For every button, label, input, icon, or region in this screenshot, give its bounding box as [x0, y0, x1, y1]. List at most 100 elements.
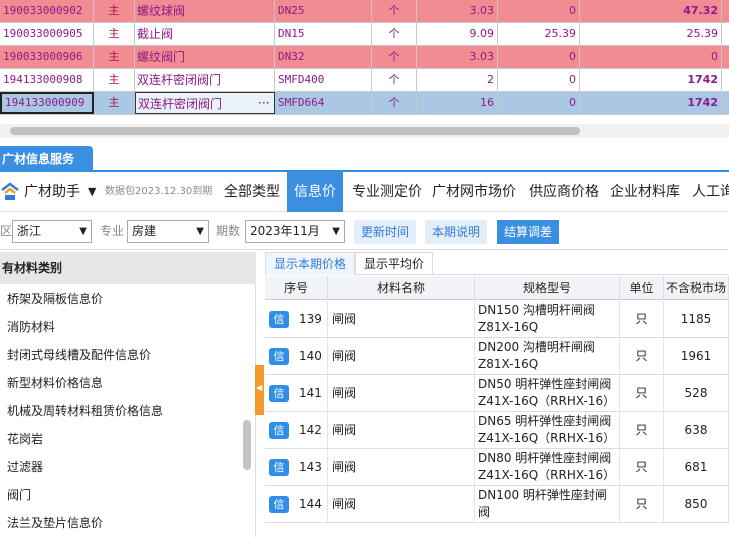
grid-row[interactable]: 190033000906 主螺纹阀门 DN32 个 3.03 0 0: [0, 46, 729, 69]
category-item[interactable]: 消防材料: [7, 313, 55, 341]
info-badge[interactable]: 信: [269, 348, 289, 365]
row-total[interactable]: 0: [580, 46, 722, 68]
period-select[interactable]: 2023年11月 ▼: [245, 220, 345, 243]
info-badge[interactable]: 信: [269, 422, 289, 439]
row-code[interactable]: 194133000908: [0, 69, 94, 91]
nav-tab[interactable]: 全部类型: [217, 172, 287, 212]
row-type[interactable]: 主: [94, 92, 135, 114]
table-row[interactable]: 信 142 闸阀 DN65 明杆弹性座封闸阀 Z41X-16Q（RRHX-16）…: [265, 412, 729, 449]
chevron-down-icon[interactable]: ▼: [88, 172, 96, 212]
info-badge[interactable]: 信: [269, 496, 289, 513]
row-qty[interactable]: 3.03: [417, 0, 498, 22]
seq-cell: 信 143: [265, 449, 328, 485]
nav-tab[interactable]: 企业材料库: [603, 172, 687, 212]
category-item[interactable]: 新型材料价格信息: [7, 369, 103, 397]
row-price[interactable]: 25.39: [498, 23, 580, 45]
nav-tab[interactable]: 广材网市场价: [425, 172, 523, 212]
row-price[interactable]: 0: [498, 69, 580, 91]
horizontal-scrollbar[interactable]: [0, 124, 729, 138]
row-type[interactable]: 主: [94, 69, 135, 91]
category-item[interactable]: 法兰及垫片信息价: [7, 509, 103, 537]
period-description-button[interactable]: 本期说明: [425, 220, 488, 244]
row-unit[interactable]: 个: [372, 92, 417, 114]
spec-model: DN150 沟槽明杆闸阀 Z81X-16Q: [475, 301, 620, 337]
category-item[interactable]: 花岗岩: [7, 425, 43, 453]
row-total[interactable]: 47.32: [580, 0, 722, 22]
category-item[interactable]: 过滤器: [7, 453, 43, 481]
row-spec[interactable]: SMFD400: [275, 69, 372, 91]
row-name[interactable]: 截止阀: [135, 23, 275, 45]
app-name[interactable]: 广材助手: [24, 172, 80, 212]
row-name[interactable]: 螺纹球阀: [135, 0, 275, 22]
row-spec[interactable]: DN25: [275, 0, 372, 22]
row-type[interactable]: 主: [94, 23, 135, 45]
nav-tab[interactable]: 专业测定价: [345, 172, 429, 212]
chevron-left-icon: ◀: [256, 383, 263, 392]
row-code[interactable]: 190033000906: [0, 46, 94, 68]
row-price[interactable]: 0: [498, 46, 580, 68]
row-total[interactable]: 1742: [580, 69, 722, 91]
row-type[interactable]: 主: [94, 46, 135, 68]
settlement-adjust-button[interactable]: 结算调差: [497, 220, 560, 244]
category-item[interactable]: 桥架及隔板信息价: [7, 285, 103, 313]
nav-tab[interactable]: 信息价: [287, 172, 343, 212]
table-row[interactable]: 信 141 闸阀 DN50 明杆弹性座封闸阀 Z41X-16Q（RRHX-16）…: [265, 375, 729, 412]
row-unit[interactable]: 个: [372, 23, 417, 45]
spec-model: DN65 明杆弹性座封闸阀 Z41X-16Q（RRHX-16）: [475, 412, 620, 448]
table-row[interactable]: 信 140 闸阀 DN200 沟槽明杆闸阀 Z81X-16Q 只 1961: [265, 338, 729, 375]
tab-current-price[interactable]: 显示本期价格: [265, 252, 356, 275]
row-price[interactable]: 0: [498, 0, 580, 22]
scrollbar-thumb[interactable]: [10, 127, 580, 135]
row-code[interactable]: 194133000909: [0, 92, 94, 114]
row-qty[interactable]: 2: [417, 69, 498, 91]
spec-model: DN100 明杆弹性座封闸 阀: [475, 486, 620, 522]
row-name[interactable]: 双连杆密闭阀门: [135, 69, 275, 91]
grid-row[interactable]: 190033000905 主截止阀 DN15 个 9.09 25.39 25.39: [0, 23, 729, 46]
col-material-name[interactable]: 材料名称: [328, 276, 475, 300]
category-scrollbar[interactable]: [243, 420, 251, 470]
major-select[interactable]: 房建 ▼: [127, 220, 209, 243]
material-name: 闸阀: [328, 449, 475, 485]
row-qty[interactable]: 9.09: [417, 23, 498, 45]
col-price[interactable]: 不含税市场: [664, 276, 729, 300]
row-price[interactable]: 0: [498, 92, 580, 114]
row-spec[interactable]: DN32: [275, 46, 372, 68]
row-total[interactable]: 25.39: [580, 23, 722, 45]
row-code[interactable]: 190033000905: [0, 23, 94, 45]
col-spec[interactable]: 规格型号: [475, 276, 620, 300]
panel-tab-title[interactable]: 广材信息服务: [0, 146, 93, 172]
update-time-button[interactable]: 更新时间: [354, 220, 417, 244]
collapse-panel-button[interactable]: ◀: [255, 365, 264, 415]
table-row[interactable]: 信 143 闸阀 DN80 明杆弹性座封闸阀 Z41X-16Q（RRHX-16）…: [265, 449, 729, 486]
row-unit[interactable]: 个: [372, 69, 417, 91]
row-spec[interactable]: DN15: [275, 23, 372, 45]
table-row[interactable]: 信 144 闸阀 DN100 明杆弹性座封闸 阀 只 850: [265, 486, 729, 523]
region-select[interactable]: 浙江 ▼: [12, 220, 92, 243]
info-badge[interactable]: 信: [269, 311, 289, 328]
row-type[interactable]: 主: [94, 0, 135, 22]
col-seq[interactable]: 序号: [265, 276, 328, 300]
category-item[interactable]: 机械及周转材料租赁价格信息: [7, 397, 163, 425]
category-item[interactable]: 封闭式母线槽及配件信息价: [7, 341, 151, 369]
col-unit[interactable]: 单位: [620, 276, 664, 300]
period-label: 期数: [216, 224, 241, 238]
row-spec[interactable]: SMFD664: [275, 92, 372, 114]
info-badge[interactable]: 信: [269, 459, 289, 476]
info-badge[interactable]: 信: [269, 385, 289, 402]
row-unit[interactable]: 个: [372, 0, 417, 22]
row-qty[interactable]: 16: [417, 92, 498, 114]
row-code[interactable]: 190033000902: [0, 0, 94, 22]
grid-row[interactable]: 194133000908 主双连杆密闭阀门 SMFD400 个 2 0 1742: [0, 69, 729, 92]
table-row[interactable]: 信 139 闸阀 DN150 沟槽明杆闸阀 Z81X-16Q 只 1185: [265, 301, 729, 338]
nav-tab[interactable]: 人工询: [685, 172, 729, 212]
row-name[interactable]: 双连杆密闭阀门: [135, 92, 275, 114]
grid-row[interactable]: 194133000909 主双连杆密闭阀门 ··· SMFD664 个 16 0 1742: [0, 92, 729, 115]
row-name[interactable]: 螺纹阀门: [135, 46, 275, 68]
nav-tab[interactable]: 供应商价格: [522, 172, 606, 212]
category-item[interactable]: 阀门: [7, 481, 31, 509]
row-total[interactable]: 1742: [580, 92, 722, 114]
grid-row[interactable]: 190033000902 主螺纹球阀 DN25 个 3.03 0 47.32: [0, 0, 729, 23]
tab-average-price[interactable]: 显示平均价: [355, 252, 434, 275]
row-unit[interactable]: 个: [372, 46, 417, 68]
row-qty[interactable]: 3.03: [417, 46, 498, 68]
